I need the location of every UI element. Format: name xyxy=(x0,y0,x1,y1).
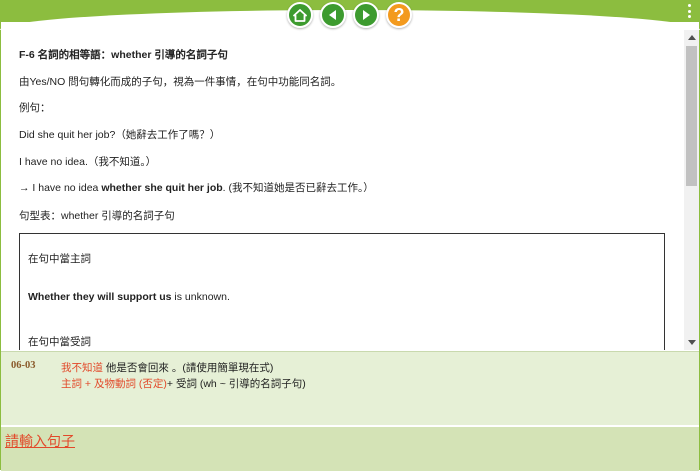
example-3-bold: whether she quit her job xyxy=(101,182,223,194)
exercise-hint-highlight: 主詞 + 及物動詞 (否定) xyxy=(61,378,167,390)
top-nav-bar: ? xyxy=(0,0,700,30)
subject-heading: 在句中當主詞 xyxy=(28,253,91,265)
lesson-content: F-6 名詞的相等語：whether 引導的名詞子句 由Yes/NO 問句轉化而… xyxy=(1,30,684,350)
object-heading: 在句中當受詞 xyxy=(28,336,91,348)
subject-example-bold: Whether they will support us xyxy=(28,291,172,303)
scroll-down-arrow-icon[interactable] xyxy=(688,340,696,345)
pattern-title: 句型表：whether 引導的名詞子句 xyxy=(19,210,175,222)
help-button[interactable]: ? xyxy=(386,2,412,28)
previous-button[interactable] xyxy=(320,2,346,28)
subject-example: Whether they will support us is unknown. xyxy=(28,291,230,303)
exercise-hint: 主詞 + 及物動詞 (否定)+ 受詞 (wh ~ 引導的名詞子句) xyxy=(61,376,306,391)
exercise-prompt-rest: 他是否會回來 。(請使用簡單現在式) xyxy=(103,362,274,374)
example-2-english: I have no idea. xyxy=(19,156,88,168)
example-1: Did she quit her job?（她辭去工作了嗎？） xyxy=(19,127,220,142)
exercise-panel: 06-03 我不知道 他是否會回來 。(請使用簡單現在式) 主詞 + 及物動詞 … xyxy=(1,351,699,425)
exercise-number: 06-03 xyxy=(11,360,36,371)
example-2: I have no idea.（我不知道。） xyxy=(19,154,156,169)
scrollbar-thumb[interactable] xyxy=(686,46,697,186)
home-icon xyxy=(293,8,307,22)
example-2-chinese: （我不知道。） xyxy=(87,156,157,168)
example-label: 例句： xyxy=(19,102,51,114)
answer-area: 請輸入句子 xyxy=(1,425,699,471)
more-menu-icon[interactable] xyxy=(688,4,692,18)
scroll-up-arrow-icon[interactable] xyxy=(688,35,696,40)
example-3-chinese: . (我不知道她是否已辭去工作。） xyxy=(222,182,374,194)
example-3: → I have no idea whether she quit her jo… xyxy=(19,180,374,195)
triangle-right-icon xyxy=(363,10,370,20)
next-button[interactable] xyxy=(353,2,379,28)
subject-example-rest: is unknown. xyxy=(171,291,230,303)
lesson-title: F-6 名詞的相等語：whether 引導的名詞子句 xyxy=(19,49,228,61)
content-scrollbar[interactable] xyxy=(684,30,699,350)
example-3-prefix: → I have no idea xyxy=(19,182,102,194)
home-button[interactable] xyxy=(287,2,313,28)
exercise-prompt-highlight: 我不知道 xyxy=(61,362,103,374)
lesson-intro: 由Yes/NO 問句轉化而成的子句，視為一件事情，在句中功能同名詞。 xyxy=(19,76,342,88)
exercise-hint-rest: + 受詞 (wh ~ 引導的名詞子句) xyxy=(166,378,306,390)
exercise-prompt: 我不知道 他是否會回來 。(請使用簡單現在式) xyxy=(61,360,273,375)
example-1-chinese: （她辭去工作了嗎？） xyxy=(115,129,221,141)
example-1-english: Did she quit her job? xyxy=(19,129,116,141)
pattern-table-box: 在句中當主詞 Whether they will support us is u… xyxy=(19,233,665,350)
triangle-left-icon xyxy=(329,10,336,20)
enter-sentence-link[interactable]: 請輸入句子 xyxy=(5,431,75,451)
question-icon: ? xyxy=(393,4,405,25)
